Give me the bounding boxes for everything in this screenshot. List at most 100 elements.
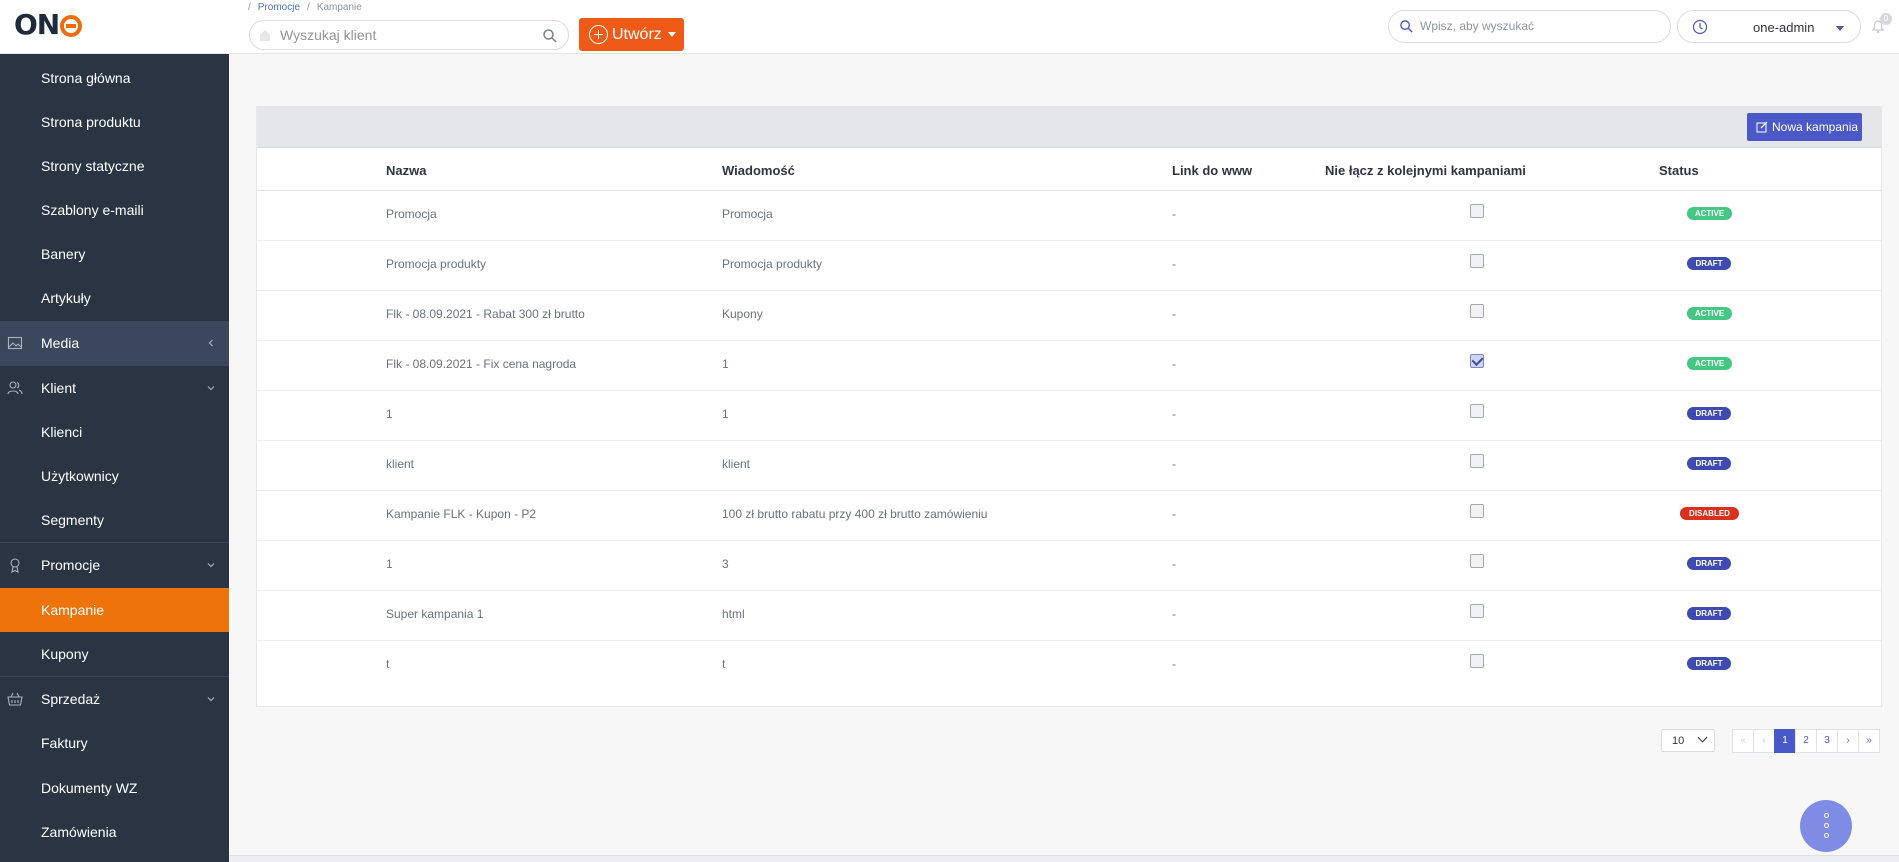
sidebar-item-faktury[interactable]: Faktury bbox=[0, 721, 229, 765]
table-row[interactable]: Flk - 08.09.2021 - Fix cena nagroda 1 - ACT… bbox=[257, 341, 1881, 391]
image-icon bbox=[7, 336, 23, 350]
sidebar-item-szablony-emaili[interactable]: Szablony e-maili bbox=[0, 188, 229, 232]
per-page-select[interactable]: 10 bbox=[1661, 729, 1715, 752]
logo-e-icon bbox=[60, 14, 83, 37]
no-combine-checkbox[interactable] bbox=[1470, 454, 1484, 468]
no-combine-checkbox[interactable] bbox=[1470, 254, 1484, 268]
page-button-2[interactable]: 2 bbox=[1795, 729, 1817, 753]
cell-link: - bbox=[1172, 457, 1176, 471]
table-row[interactable]: Kampanie FLK - Kupon - P2 100 zł brutto r… bbox=[257, 491, 1881, 541]
sidebar-item-strona-glowna[interactable]: Strona główna bbox=[0, 56, 229, 100]
sidebar-item-strony-statyczne[interactable]: Strony statyczne bbox=[0, 144, 229, 188]
cell-link: - bbox=[1172, 207, 1176, 221]
search-icon[interactable] bbox=[542, 28, 558, 44]
table-row[interactable]: Flk - 08.09.2021 - Rabat 300 zł brutto Ku… bbox=[257, 291, 1881, 341]
sidebar-item-uzytkownicy[interactable]: Użytkownicy bbox=[0, 454, 229, 498]
breadcrumb-current: Kampanie bbox=[316, 2, 362, 13]
status-badge: DRAFT bbox=[1687, 557, 1731, 570]
cell-message: 100 zł brutto rabatu przy 400 zł brutto … bbox=[722, 507, 988, 521]
no-combine-checkbox[interactable] bbox=[1470, 654, 1484, 668]
create-button[interactable]: Utwórz bbox=[579, 18, 684, 51]
create-button-label: Utwórz bbox=[612, 25, 662, 43]
cell-link: - bbox=[1172, 507, 1176, 521]
cell-link: - bbox=[1172, 557, 1176, 571]
table-row[interactable]: klient klient - DRAFT bbox=[257, 441, 1881, 491]
user-menu[interactable]: one-admin bbox=[1677, 10, 1861, 43]
sidebar-group-sprzedaz[interactable]: Sprzedaż bbox=[0, 677, 229, 721]
search-icon bbox=[1400, 20, 1413, 33]
pagination: « ‹ 1 2 3 › » bbox=[1732, 729, 1880, 753]
sidebar-item-kupony[interactable]: Kupony bbox=[0, 632, 229, 676]
per-page-value: 10 bbox=[1672, 735, 1685, 747]
status-badge: ACTIVE bbox=[1687, 307, 1732, 320]
new-campaign-button[interactable]: Nowa kampania bbox=[1747, 113, 1862, 141]
page-last-button[interactable]: » bbox=[1858, 729, 1880, 753]
chevron-down-icon bbox=[207, 563, 215, 568]
more-actions-fab[interactable] bbox=[1800, 800, 1852, 852]
cell-name: Super kampania 1 bbox=[386, 607, 484, 621]
app-logo[interactable]: ON bbox=[14, 8, 83, 41]
notification-count-badge: 0 bbox=[1880, 13, 1892, 25]
cell-message: 1 bbox=[722, 407, 729, 421]
cell-message: 3 bbox=[722, 557, 729, 571]
top-bar: ON / Promocje / Kampanie Utwórz one-admi… bbox=[0, 0, 1899, 54]
column-header-message[interactable]: Wiadomość bbox=[722, 163, 795, 178]
table-row[interactable]: Promocja produkty Promocja produkty - DRAFT bbox=[257, 241, 1881, 291]
cell-message: 1 bbox=[722, 357, 729, 371]
table-row[interactable]: 1 3 - DRAFT bbox=[257, 541, 1881, 591]
no-combine-checkbox[interactable] bbox=[1470, 504, 1484, 518]
chevron-left-icon bbox=[208, 339, 213, 347]
column-header-status[interactable]: Status bbox=[1659, 163, 1699, 178]
dot-icon bbox=[1824, 833, 1829, 838]
sidebar-item-zamowienia[interactable]: Zamówienia bbox=[0, 810, 229, 854]
dot-icon bbox=[1824, 813, 1829, 818]
sidebar-item-artykuly[interactable]: Artykuły bbox=[0, 276, 229, 320]
table-body: Promocja Promocja - ACTIVE Promocja produkty… bbox=[257, 191, 1881, 691]
sidebar-item-klienci[interactable]: Klienci bbox=[0, 410, 229, 454]
cell-name: t bbox=[386, 657, 390, 671]
no-combine-checkbox[interactable] bbox=[1470, 604, 1484, 618]
status-badge: DRAFT bbox=[1687, 257, 1731, 270]
table-row[interactable]: Super kampania 1 html - DRAFT bbox=[257, 591, 1881, 641]
home-icon bbox=[260, 30, 270, 41]
table-row[interactable]: t t - DRAFT bbox=[257, 641, 1881, 691]
column-header-no-combine[interactable]: Nie łącz z kolejnymi kampaniami bbox=[1325, 163, 1526, 178]
logo-text: ON bbox=[14, 8, 60, 41]
page-first-button[interactable]: « bbox=[1732, 729, 1754, 753]
sidebar-group-media[interactable]: Media bbox=[0, 321, 229, 365]
breadcrumb-parent-link[interactable]: Promocje bbox=[258, 2, 300, 13]
cell-link: - bbox=[1172, 357, 1176, 371]
page-next-button[interactable]: › bbox=[1837, 729, 1859, 753]
sidebar-group-promocje[interactable]: Promocje bbox=[0, 543, 229, 587]
cell-message: html bbox=[722, 607, 745, 621]
column-header-name[interactable]: Nazwa bbox=[386, 163, 426, 178]
table-row[interactable]: 1 1 - DRAFT bbox=[257, 391, 1881, 441]
table-row[interactable]: Promocja Promocja - ACTIVE bbox=[257, 191, 1881, 241]
plus-circle-icon bbox=[589, 25, 608, 44]
basket-icon bbox=[7, 692, 23, 706]
cell-message: Promocja bbox=[722, 207, 773, 221]
no-combine-checkbox[interactable] bbox=[1470, 354, 1484, 368]
no-combine-checkbox[interactable] bbox=[1470, 554, 1484, 568]
cell-link: - bbox=[1172, 607, 1176, 621]
cell-name: 1 bbox=[386, 557, 393, 571]
no-combine-checkbox[interactable] bbox=[1470, 404, 1484, 418]
page-prev-button[interactable]: ‹ bbox=[1753, 729, 1775, 753]
no-combine-checkbox[interactable] bbox=[1470, 204, 1484, 218]
client-search-input[interactable] bbox=[280, 27, 530, 43]
sidebar-item-kampanie[interactable]: Kampanie bbox=[0, 588, 229, 632]
client-search bbox=[249, 20, 569, 50]
sidebar-item-segmenty[interactable]: Segmenty bbox=[0, 498, 229, 542]
sidebar-group-klient[interactable]: Klient bbox=[0, 366, 229, 410]
page-button-1[interactable]: 1 bbox=[1774, 729, 1796, 753]
column-header-link[interactable]: Link do www bbox=[1172, 163, 1252, 178]
sidebar-item-strona-produktu[interactable]: Strona produktu bbox=[0, 100, 229, 144]
global-search-input[interactable] bbox=[1420, 19, 1650, 33]
page-button-3[interactable]: 3 bbox=[1816, 729, 1838, 753]
new-campaign-label: Nowa kampania bbox=[1772, 120, 1859, 134]
sidebar-item-dokumenty-wz[interactable]: Dokumenty WZ bbox=[0, 766, 229, 810]
no-combine-checkbox[interactable] bbox=[1470, 304, 1484, 318]
cell-name: Flk - 08.09.2021 - Fix cena nagroda bbox=[386, 357, 577, 371]
sidebar-item-banery[interactable]: Banery bbox=[0, 232, 229, 276]
global-search bbox=[1388, 10, 1671, 43]
